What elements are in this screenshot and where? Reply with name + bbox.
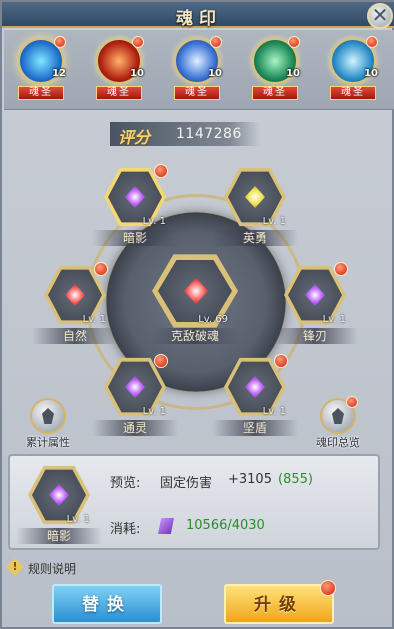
soul-slot-5[interactable]: 10 魂圣 (324, 36, 380, 106)
gem-level: Lv. 1 (322, 314, 346, 325)
info-gem-anying: Lv. 1 暗影 (16, 464, 102, 548)
preview-value: +3105 (228, 472, 272, 487)
rules-label: 规则说明 (28, 562, 77, 576)
slot-level: 12 (52, 68, 66, 79)
gem-level: Lv. 1 (142, 216, 166, 227)
gem-level: Lv. 1 (142, 406, 166, 417)
gem-name: 暗影 (16, 528, 102, 544)
notification-dot (94, 262, 108, 276)
notification-dot (274, 354, 288, 368)
gem-tongling[interactable]: Lv. 1 通灵 (92, 354, 178, 442)
notification-dot (320, 580, 336, 596)
cumulative-stats-button[interactable]: 累计属性 (12, 398, 84, 454)
notification-dot (54, 36, 66, 48)
info-icon: ! (6, 558, 24, 576)
helmet-icon (30, 398, 66, 434)
gem-name: 坚盾 (212, 420, 298, 436)
swap-button[interactable]: 替换 (52, 584, 162, 624)
gem-name: 英勇 (212, 230, 298, 246)
gem-name: 自然 (32, 328, 118, 344)
notification-dot (132, 36, 144, 48)
soul-slot-strip: 12 魂圣 10 魂圣 10 魂圣 10 魂圣 10 魂圣 (4, 30, 394, 110)
soul-shard-icon (158, 518, 174, 534)
slot-level: 10 (130, 68, 144, 79)
notification-dot (210, 36, 222, 48)
notification-dot (366, 36, 378, 48)
slot-level: 10 (364, 68, 378, 79)
upgrade-button[interactable]: 升级 (224, 580, 336, 624)
gem-anying[interactable]: Lv. 1 暗影 (92, 164, 178, 252)
gem-yingyong[interactable]: Lv. 1 英勇 (212, 166, 298, 252)
notification-dot (334, 262, 348, 276)
soul-slot-4[interactable]: 10 魂圣 (246, 36, 302, 106)
gem-level: Lv. 1 (82, 314, 106, 325)
slot-tag: 魂圣 (174, 86, 220, 100)
score-banner: 评分 1147286 (110, 122, 260, 147)
gem-name: 锋刃 (272, 328, 358, 344)
gem-level: Lv. 1 (262, 216, 286, 227)
slot-tag: 魂圣 (252, 86, 298, 100)
preview-text: 固定伤害 (160, 476, 213, 491)
gem-fengren[interactable]: Lv. 1 锋刃 (272, 262, 358, 350)
notification-dot (288, 36, 300, 48)
soul-slot-1[interactable]: 12 魂圣 (12, 36, 68, 106)
slot-tag: 魂圣 (18, 86, 64, 100)
score-label: 评分 (118, 128, 151, 147)
cost-value: 10566/4030 (186, 518, 265, 533)
preview-bonus: (855) (278, 472, 313, 487)
gem-center[interactable]: Lv. 69 克敌破魂 (150, 252, 240, 348)
slot-tag: 魂圣 (330, 86, 376, 100)
soul-slot-3[interactable]: 10 魂圣 (168, 36, 224, 106)
gem-level: Lv. 1 (66, 514, 90, 525)
gem-name: 通灵 (92, 420, 178, 436)
seal-overview-label: 魂印总览 (316, 436, 360, 449)
gem-level: Lv. 1 (262, 406, 286, 417)
preview-label: 预览: (110, 476, 141, 491)
slot-tag: 魂圣 (96, 86, 142, 100)
soul-slot-2[interactable]: 10 魂圣 (90, 36, 146, 106)
gem-name: 克敌破魂 (152, 328, 238, 344)
upgrade-label: 升级 (254, 595, 304, 615)
notification-dot (346, 396, 358, 408)
gem-jiandun[interactable]: Lv. 1 坚盾 (212, 354, 298, 442)
gem-ziran[interactable]: Lv. 1 自然 (32, 262, 118, 350)
slot-level: 10 (208, 68, 222, 79)
title-bar: 魂印 ✕ (2, 2, 394, 29)
info-panel: Lv. 1 暗影 预览: 固定伤害 +3105 (855) 消耗: 10566/… (8, 454, 380, 550)
window-title: 魂印 (176, 9, 222, 29)
notification-dot (154, 354, 168, 368)
slot-level: 10 (286, 68, 300, 79)
close-icon[interactable]: ✕ (367, 3, 393, 29)
notification-dot (154, 164, 168, 178)
seal-overview-button[interactable]: 魂印总览 (302, 396, 374, 454)
soul-seal-window: 魂印 ✕ 12 魂圣 10 魂圣 10 魂圣 10 魂圣 10 魂圣 评分 11… (0, 0, 394, 629)
score-value: 1147286 (176, 126, 242, 142)
gem-name: 暗影 (92, 230, 178, 246)
cumulative-stats-label: 累计属性 (26, 436, 70, 449)
cost-label: 消耗: (110, 522, 141, 537)
gem-level: Lv. 69 (198, 314, 228, 325)
